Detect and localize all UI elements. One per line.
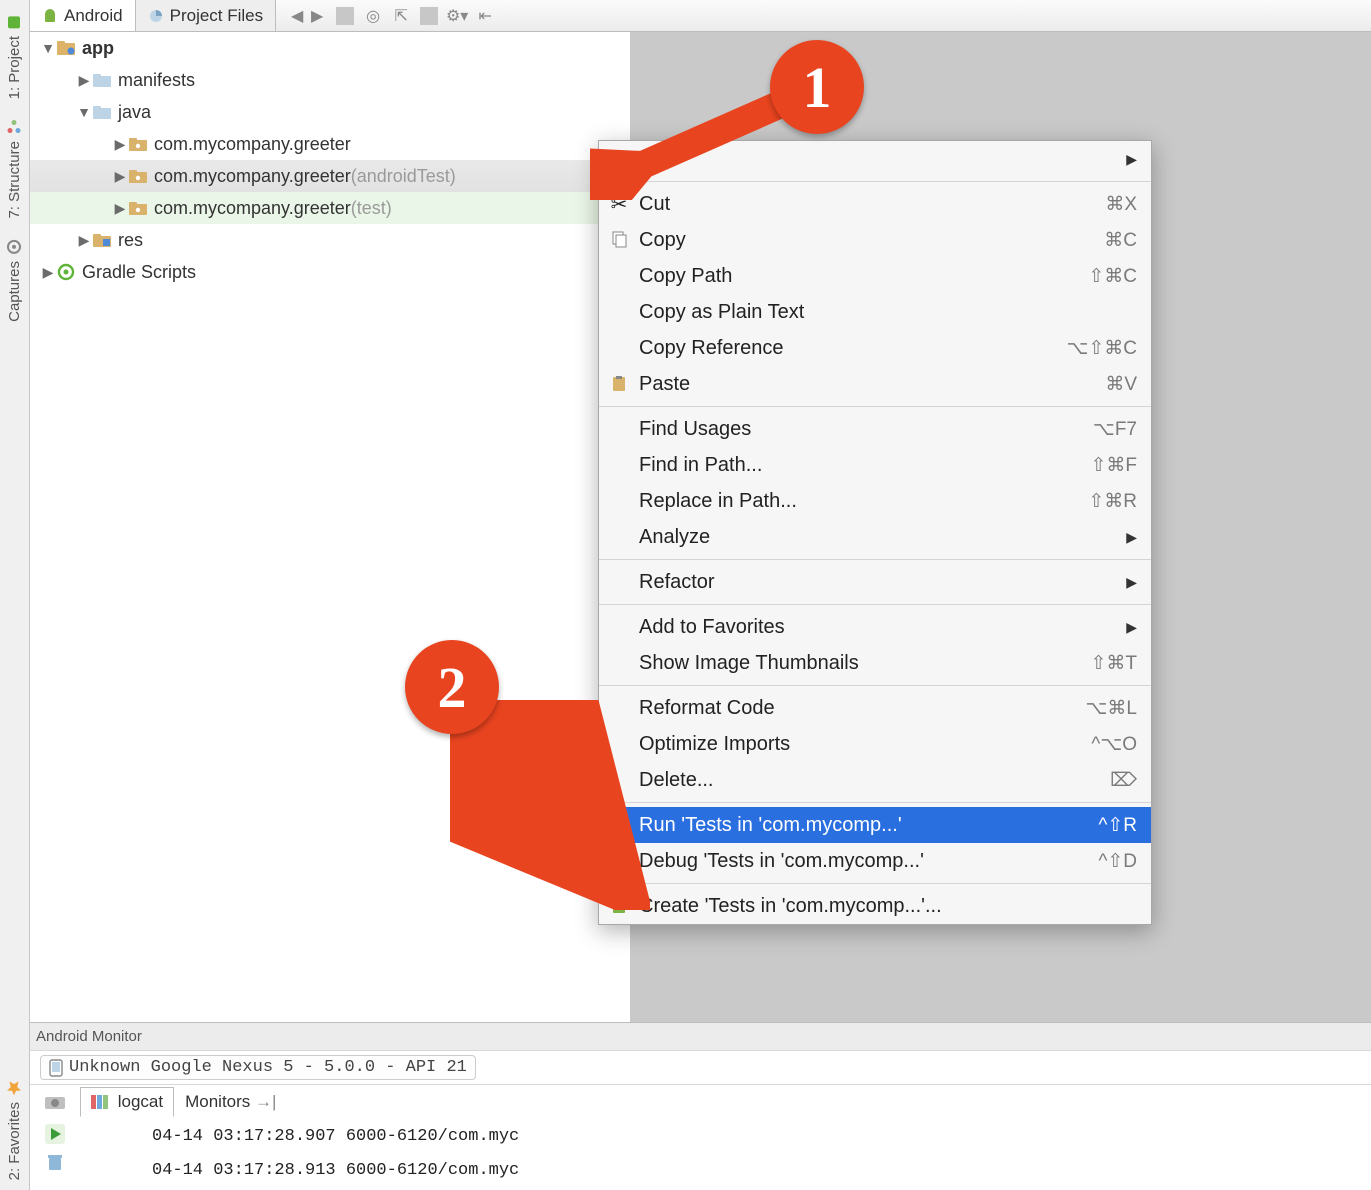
project-toolbar: ◀ ▶ ◎ ⇱ ⚙▾ ⇤ (280, 0, 502, 31)
logcat-row: logcat Monitors →| (30, 1084, 1371, 1118)
menu-paste[interactable]: Paste⌘V (599, 366, 1151, 402)
package-icon (128, 167, 148, 185)
tree-manifests-label: manifests (118, 70, 195, 91)
menu-copy-ref[interactable]: Copy Reference⌥⇧⌘C (599, 330, 1151, 366)
project-icon (7, 14, 23, 30)
tree-pkg-test-suffix: (test) (351, 198, 392, 219)
captures-rail-label: Captures (6, 261, 23, 322)
tab-project-files[interactable]: Project Files (136, 0, 277, 31)
package-icon (128, 135, 148, 153)
run-icon[interactable] (45, 1124, 65, 1144)
menu-delete[interactable]: Delete...⌦ (599, 762, 1151, 798)
tree-java-label: java (118, 102, 151, 123)
logcat-controls (30, 1118, 80, 1190)
menu-create-tests[interactable]: Create 'Tests in 'com.mycomp...'... (599, 888, 1151, 924)
project-tab-strip: Android Project Files ◀ ▶ ◎ ⇱ ⚙▾ ⇤ (30, 0, 1371, 32)
res-folder-icon (92, 231, 112, 249)
tree-res-label: res (118, 230, 143, 251)
rail-tab-project[interactable]: 1: Project (4, 4, 25, 109)
tree-pkg-main-label: com.mycompany.greeter (154, 134, 351, 155)
device-name: Unknown Google Nexus 5 - 5.0.0 - API 21 (69, 1058, 467, 1077)
menu-copy[interactable]: Copy⌘C (599, 222, 1151, 258)
log-line: 04-14 03:17:28.907 6000-6120/com.myc (80, 1122, 1371, 1156)
device-selector[interactable]: Unknown Google Nexus 5 - 5.0.0 - API 21 (40, 1055, 476, 1080)
hide-icon[interactable]: ⇤ (476, 7, 494, 25)
annotation-badge-2: 2 (405, 640, 499, 734)
scroll-left-icon[interactable]: ◀ (288, 7, 306, 25)
menu-add-favorites[interactable]: Add to Favorites▶ (599, 609, 1151, 645)
paste-icon (609, 374, 629, 394)
menu-find-usages[interactable]: Find Usages⌥F7 (599, 411, 1151, 447)
context-menu: New▶ ✂Cut⌘X Copy⌘C Copy Path⇧⌘C Copy as … (598, 140, 1152, 925)
folder-icon (92, 71, 112, 89)
monitors-tab-label: Monitors (185, 1092, 250, 1111)
menu-refactor[interactable]: Refactor▶ (599, 564, 1151, 600)
phone-icon (49, 1059, 63, 1077)
log-line: 04-14 03:17:28.913 6000-6120/com.myc (80, 1156, 1371, 1190)
captures-icon (7, 239, 23, 255)
target-icon[interactable]: ◎ (364, 7, 382, 25)
logcat-icon (91, 1095, 109, 1109)
annotation-badge-1: 1 (770, 40, 864, 134)
rail-tab-captures[interactable]: Captures (4, 229, 25, 332)
gradle-icon (56, 263, 76, 281)
camera-icon[interactable] (44, 1093, 66, 1111)
pie-icon (148, 8, 164, 24)
annotation-arrow-1 (590, 80, 800, 200)
package-icon (128, 199, 148, 217)
favorites-rail-label: 2: Favorites (6, 1102, 23, 1180)
tree-app-label: app (82, 38, 114, 59)
menu-find-in-path[interactable]: Find in Path...⇧⌘F (599, 447, 1151, 483)
menu-debug-tests[interactable]: Debug 'Tests in 'com.mycomp...'^⇧D (599, 843, 1151, 879)
rail-tab-favorites[interactable]: 2: Favorites (4, 1070, 25, 1190)
tab-project-files-label: Project Files (170, 6, 264, 26)
tab-android[interactable]: Android (30, 0, 136, 31)
device-selector-bar: Unknown Google Nexus 5 - 5.0.0 - API 21 (30, 1050, 1371, 1084)
android-icon (42, 8, 58, 24)
rail-tab-structure[interactable]: 7: Structure (4, 109, 25, 229)
menu-copy-path[interactable]: Copy Path⇧⌘C (599, 258, 1151, 294)
android-monitor-tab[interactable]: Android Monitor (30, 1022, 1371, 1050)
copy-icon (609, 230, 629, 250)
menu-optimize-imports[interactable]: Optimize Imports^⌥O (599, 726, 1151, 762)
menu-analyze[interactable]: Analyze▶ (599, 519, 1151, 555)
scroll-right-icon[interactable]: ▶ (308, 7, 326, 25)
menu-show-thumbnails[interactable]: Show Image Thumbnails⇧⌘T (599, 645, 1151, 681)
android-monitor-label: Android Monitor (36, 1028, 142, 1045)
star-icon (7, 1080, 23, 1096)
annotation-arrow-2 (450, 700, 650, 910)
collapse-all-icon[interactable]: ⇱ (392, 7, 410, 25)
logcat-tab[interactable]: logcat (80, 1087, 174, 1117)
structure-icon (7, 119, 23, 135)
menu-replace-in-path[interactable]: Replace in Path...⇧⌘R (599, 483, 1151, 519)
menu-run-tests[interactable]: Run 'Tests in 'com.mycomp...'^⇧R (599, 807, 1151, 843)
structure-rail-label: 7: Structure (6, 141, 23, 219)
logcat-tab-label: logcat (118, 1092, 163, 1111)
folder-icon (92, 103, 112, 121)
menu-reformat[interactable]: Reformat Code⌥⌘L (599, 690, 1151, 726)
module-icon (56, 39, 76, 57)
left-tool-rail: 1: Project 7: Structure Captures 2: Favo… (0, 0, 30, 1190)
project-rail-label: 1: Project (6, 36, 23, 99)
tree-pkg-at-label: com.mycompany.greeter (154, 166, 351, 187)
menu-copy-plain[interactable]: Copy as Plain Text (599, 294, 1151, 330)
trash-icon[interactable] (45, 1152, 65, 1172)
monitors-tab[interactable]: Monitors →| (174, 1087, 287, 1117)
tree-pkg-test-label: com.mycompany.greeter (154, 198, 351, 219)
tree-gradle-label: Gradle Scripts (82, 262, 196, 283)
tree-pkg-at-suffix: (androidTest) (351, 166, 456, 187)
tab-android-label: Android (64, 6, 123, 26)
gear-icon[interactable]: ⚙▾ (448, 7, 466, 25)
